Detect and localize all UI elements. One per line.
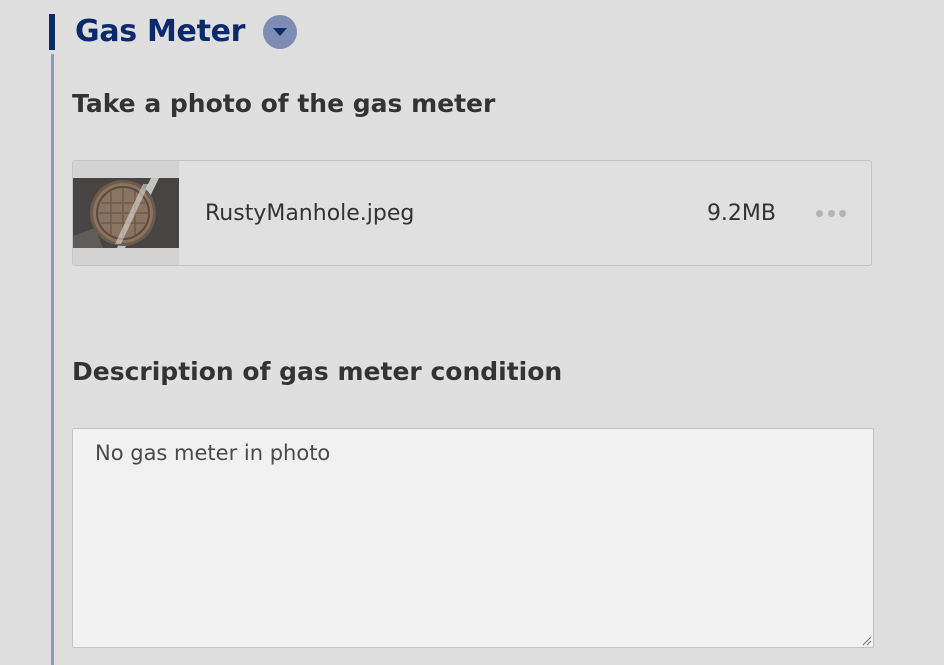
survey-page: Gas Meter Take a photo of the gas meter — [0, 0, 944, 665]
attachment-card[interactable]: RustyManhole.jpeg 9.2MB — [72, 160, 872, 266]
resize-grip-icon[interactable] — [862, 636, 872, 646]
photo-question-label: Take a photo of the gas meter — [72, 89, 496, 118]
more-horizontal-icon-dot — [839, 209, 846, 217]
attachment-file-size: 9.2MB — [706, 200, 776, 226]
manhole-photo-thumbnail — [73, 178, 179, 248]
thumbnail-frame[interactable] — [73, 161, 179, 265]
description-question-label: Description of gas meter condition — [72, 357, 563, 386]
caret-down-icon — [273, 27, 288, 36]
more-horizontal-icon-dot — [827, 209, 835, 217]
section-header: Gas Meter — [49, 14, 298, 50]
more-horizontal-icon — [816, 209, 823, 217]
section-title: Gas Meter — [75, 14, 246, 49]
attachment-file-name: RustyManhole.jpeg — [205, 200, 415, 226]
attachment-more-button[interactable] — [816, 203, 846, 223]
section-marker — [49, 14, 55, 50]
group-rail — [51, 54, 54, 665]
collapse-toggle-button[interactable] — [263, 15, 298, 49]
description-textarea[interactable] — [72, 428, 874, 648]
